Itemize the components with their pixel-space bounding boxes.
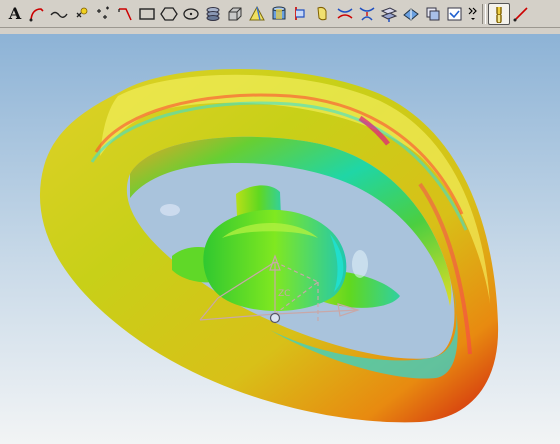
view-icon[interactable] — [422, 3, 444, 25]
cylinder-icon[interactable] — [268, 3, 290, 25]
text-tool-icon[interactable]: A — [4, 3, 26, 25]
polygon-icon[interactable] — [158, 3, 180, 25]
rectangle-icon[interactable] — [136, 3, 158, 25]
offset-curve-icon[interactable] — [334, 3, 356, 25]
revolve-icon[interactable] — [246, 3, 268, 25]
shade-icon[interactable] — [400, 3, 422, 25]
display-icon[interactable] — [444, 3, 466, 25]
toolbar-separator — [482, 3, 486, 24]
datum-icon[interactable] — [290, 3, 312, 25]
bridge-curve-icon[interactable] — [356, 3, 378, 25]
fillet-icon[interactable] — [114, 3, 136, 25]
helix-icon[interactable] — [202, 3, 224, 25]
cad-window: A ZC — [0, 0, 560, 444]
graphics-viewport[interactable]: ZC — [0, 34, 560, 444]
extrude-icon[interactable] — [224, 3, 246, 25]
drawing-toolbar: A — [0, 0, 560, 28]
surface-edit-icon[interactable] — [312, 3, 334, 25]
triad-label: ZC — [278, 289, 290, 299]
point-set-icon[interactable] — [92, 3, 114, 25]
line-tool-icon[interactable] — [510, 3, 532, 25]
model-canvas[interactable]: ZC — [0, 34, 560, 444]
text-tool-label: A — [8, 4, 22, 23]
arc-icon[interactable] — [26, 3, 48, 25]
point-icon[interactable] — [70, 3, 92, 25]
spline-icon[interactable] — [48, 3, 70, 25]
overflow-icon[interactable] — [466, 3, 480, 25]
section-icon[interactable] — [378, 3, 400, 25]
snap-icon[interactable] — [488, 2, 510, 25]
ellipse-icon[interactable] — [180, 3, 202, 25]
